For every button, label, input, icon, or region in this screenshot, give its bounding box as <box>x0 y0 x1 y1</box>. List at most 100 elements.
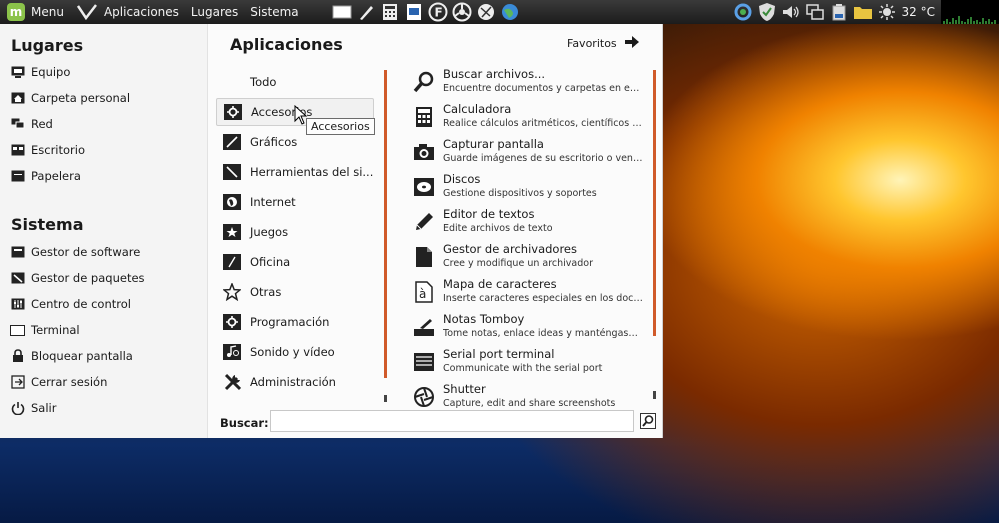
logout-icon <box>10 375 25 390</box>
lock-icon <box>10 349 25 364</box>
system-item-label: Terminal <box>31 323 80 337</box>
app-description: Encuentre documentos y carpetas en este … <box>443 83 643 94</box>
app-tomboy-notes[interactable]: Notas Tomboy Tome notas, enlace ideas y m… <box>410 311 646 346</box>
category-label: Juegos <box>250 225 289 239</box>
app-description: Inserte caracteres especiales en los doc… <box>443 293 643 304</box>
app-name: Calculadora <box>443 102 512 116</box>
app-name: Capturar pantalla <box>443 137 544 151</box>
category-games[interactable]: Juegos <box>216 218 374 246</box>
system-lock-screen[interactable]: Bloquear pantalla <box>10 345 133 367</box>
app-calculator[interactable]: Calculadora Realice cálculos aritméticos,… <box>410 101 646 136</box>
app-text-editor[interactable]: Editor de textos Edite archivos de texto <box>410 206 646 241</box>
mint-logo-icon[interactable]: m <box>7 3 25 21</box>
category-programming[interactable]: Programación <box>216 308 374 336</box>
temperature-text[interactable]: 32 °C <box>902 5 935 19</box>
place-trash[interactable]: Papelera <box>10 165 81 187</box>
application-scrollbar[interactable] <box>653 70 656 336</box>
search-label: Buscar: <box>220 416 269 430</box>
app-shutter[interactable]: Shutter Capture, edit and share screensho… <box>410 381 646 409</box>
system-terminal[interactable]: Terminal <box>10 319 80 341</box>
menu-button[interactable]: Menu <box>31 5 64 19</box>
panel-system-menu[interactable]: Sistema <box>250 5 298 19</box>
app-name: Buscar archivos... <box>443 67 546 81</box>
pen-launcher-icon[interactable] <box>355 2 377 22</box>
system-package-manager[interactable]: Gestor de paquetes <box>10 267 145 289</box>
desktop-folder-icon <box>10 143 25 158</box>
app-name: Discos <box>443 172 481 186</box>
place-network[interactable]: Red <box>10 113 53 135</box>
checkmark-icon[interactable] <box>76 3 98 21</box>
desktop-icon[interactable] <box>331 2 353 22</box>
place-desktop[interactable]: Escritorio <box>10 139 85 161</box>
system-item-label: Bloquear pantalla <box>31 349 133 363</box>
category-label: Programación <box>250 315 330 329</box>
system-item-label: Cerrar sesión <box>31 375 108 389</box>
category-administration[interactable]: Administración <box>216 368 374 396</box>
app-screenshot[interactable]: Capturar pantalla Guarde imágenes de su e… <box>410 136 646 171</box>
category-other[interactable]: Otras <box>216 278 374 306</box>
place-home[interactable]: Carpeta personal <box>10 87 130 109</box>
camera-icon <box>412 140 436 164</box>
home-folder-icon <box>10 91 25 106</box>
panel-places-menu[interactable]: Lugares <box>191 5 238 19</box>
weather-sun-icon[interactable] <box>876 2 898 22</box>
update-icon[interactable] <box>732 2 754 22</box>
folder-icon[interactable] <box>852 2 874 22</box>
pencil-icon <box>412 210 436 234</box>
place-computer[interactable]: Equipo <box>10 61 70 83</box>
shield-icon[interactable] <box>756 2 778 22</box>
category-system-tools[interactable]: Herramientas del si... <box>216 158 374 186</box>
category-label: Todo <box>250 75 277 89</box>
category-scrollbar-end[interactable] <box>384 395 387 402</box>
system-logout[interactable]: Cerrar sesión <box>10 371 107 393</box>
character-map-icon: à <box>412 280 436 304</box>
mint-menu: Lugares Equipo Carpeta personal Red Escr… <box>0 24 663 438</box>
app-description: Edite archivos de texto <box>443 223 553 234</box>
writer-launcher-icon[interactable] <box>403 2 425 22</box>
app-disks[interactable]: Discos Gestione dispositivos y soportes <box>410 171 646 206</box>
chrome-launcher-icon[interactable] <box>451 2 473 22</box>
app-character-map[interactable]: à Mapa de caracteres Inserte caracteres e… <box>410 276 646 311</box>
place-network-label: Red <box>31 117 53 131</box>
place-trash-label: Papelera <box>31 169 81 183</box>
favorites-label: Favoritos <box>567 37 617 50</box>
office-icon <box>223 253 241 271</box>
system-software-manager[interactable]: Gestor de software <box>10 241 140 263</box>
app-description: Realice cálculos aritméticos, científico… <box>443 118 643 129</box>
system-title: Sistema <box>11 215 84 234</box>
system-monitor-graph[interactable] <box>941 0 999 24</box>
favorites-button[interactable]: Favoritos <box>567 36 639 51</box>
category-office[interactable]: Oficina <box>216 248 374 276</box>
app-serial-terminal[interactable]: Serial port terminal Communicate with the… <box>410 346 646 381</box>
system-item-label: Centro de control <box>31 297 131 311</box>
svg-text:F: F <box>434 6 442 20</box>
search-icon <box>412 70 436 94</box>
search-input[interactable] <box>270 410 634 432</box>
app-archive-manager[interactable]: Gestor de archivadores Cree y modifique u… <box>410 241 646 276</box>
software-manager-icon <box>10 245 25 260</box>
app-search-files[interactable]: Buscar archivos... Encuentre documentos y… <box>410 66 646 101</box>
category-scrollbar[interactable] <box>384 70 387 378</box>
panel-applications-menu[interactable]: Aplicaciones <box>104 5 179 19</box>
notes-icon <box>412 315 436 339</box>
application-scrollbar-end[interactable] <box>653 391 656 399</box>
font-launcher-icon[interactable]: F <box>427 2 449 22</box>
category-internet[interactable]: Internet <box>216 188 374 216</box>
category-more[interactable] <box>216 398 374 402</box>
windows-icon[interactable] <box>804 2 826 22</box>
search-button-icon[interactable] <box>640 413 656 429</box>
application-list: Buscar archivos... Encuentre documentos y… <box>410 66 646 409</box>
category-sound-video[interactable]: Sonido y vídeo <box>216 338 374 366</box>
system-item-label: Salir <box>31 401 57 415</box>
applications-title: Aplicaciones <box>230 35 343 54</box>
calculator-launcher-icon[interactable] <box>379 2 401 22</box>
category-label: Herramientas del si... <box>250 165 374 179</box>
system-control-center[interactable]: Centro de control <box>10 293 131 315</box>
games-icon <box>223 223 241 241</box>
network-launcher-icon[interactable] <box>475 2 497 22</box>
globe-launcher-icon[interactable] <box>499 2 521 22</box>
battery-icon[interactable] <box>828 2 850 22</box>
system-quit[interactable]: Salir <box>10 397 56 419</box>
volume-icon[interactable] <box>780 2 802 22</box>
category-all[interactable]: Todo <box>216 68 374 96</box>
